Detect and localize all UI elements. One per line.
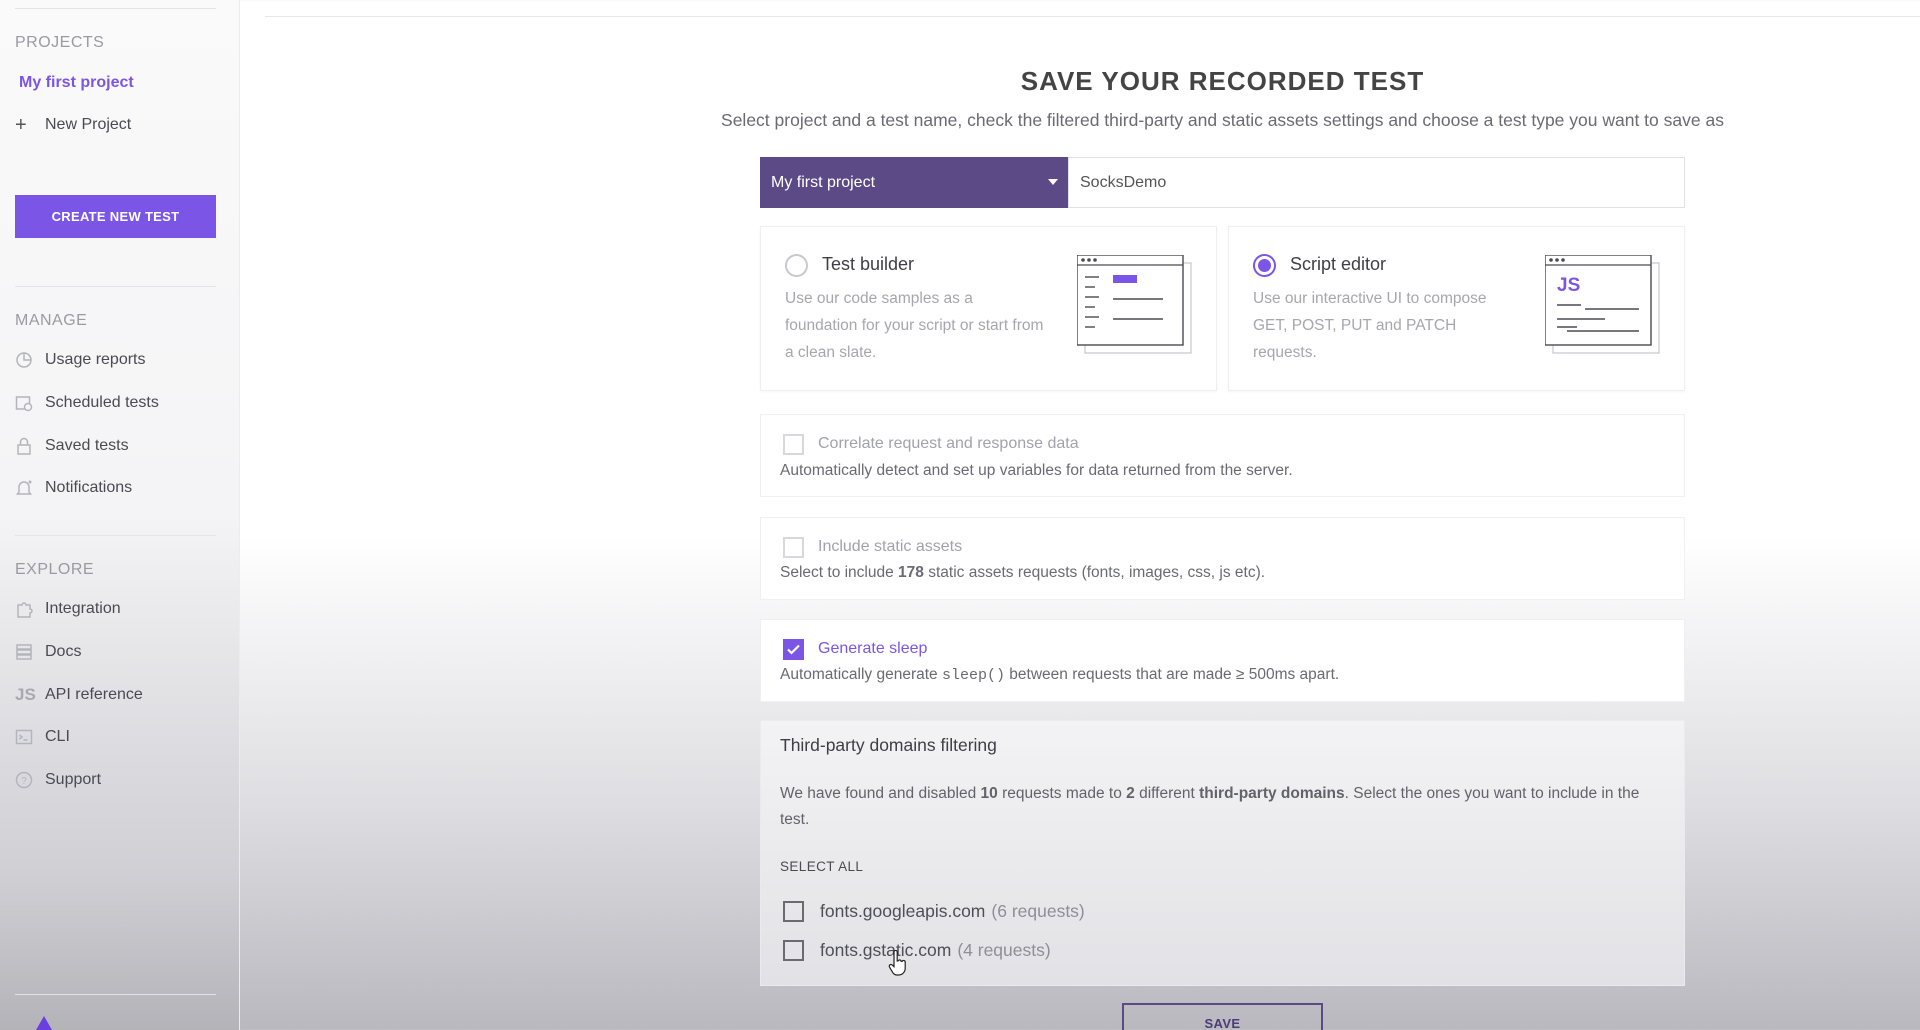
manage-heading: MANAGE [15,312,88,329]
checkmark-icon [787,644,800,655]
sidebar-item-label: Usage reports [45,351,146,368]
static-assets-count: 178 [898,564,924,581]
third-party-description: We have found and disabled 10 requests m… [780,785,1640,828]
terminal-icon [15,728,45,746]
puzzle-icon [15,600,45,618]
help-circle-icon: ? [15,771,45,789]
sidebar-divider [15,286,216,287]
projects-heading: PROJECTS [15,34,105,51]
domain-checkbox[interactable] [783,940,804,961]
sidebar-item-integration[interactable]: Integration [15,594,121,624]
sidebar: PROJECTS My first project + New Project … [0,0,240,1030]
sidebar-item-label: Scheduled tests [45,394,159,411]
third-party-filter-card: Third-party domains filtering We have fo… [760,720,1685,986]
correlate-checkbox[interactable] [783,434,804,455]
header-divider [265,16,1920,17]
project-select[interactable]: My first project [760,157,1068,208]
correlate-option: Correlate request and response data Auto… [760,414,1685,497]
static-assets-description: Select to include 178 static assets requ… [780,564,1266,581]
lock-icon [15,437,45,455]
sidebar-item-label: Support [45,771,102,788]
save-button[interactable]: SAVE [1122,1003,1323,1030]
script-editor-card[interactable]: Script editor Use our interactive UI to … [1228,226,1685,391]
script-editor-illustration-icon: JS [1545,255,1660,354]
sidebar-item-label: Integration [45,600,121,617]
sidebar-item-label: Saved tests [45,437,129,454]
pie-chart-icon [15,351,45,369]
domain-item-fonts-googleapis[interactable]: fonts.googleapis.com (6 requests) [783,901,1085,922]
svg-text:?: ? [21,776,27,787]
script-editor-title: Script editor [1290,254,1387,274]
sidebar-item-label: Docs [45,643,82,660]
test-name-input[interactable] [1068,157,1685,208]
static-assets-option: Include static assets Select to include … [760,517,1685,600]
caret-down-icon [1048,179,1058,185]
domain-name: fonts.gstatic.com [820,940,952,960]
generate-sleep-option: Generate sleep Automatically generate sl… [760,619,1685,702]
static-assets-checkbox[interactable] [783,537,804,558]
brand-logo-icon [36,1016,52,1030]
domain-request-count: (4 requests) [957,940,1051,960]
third-party-heading: Third-party domains filtering [780,735,997,755]
js-icon: JS [15,685,36,704]
static-assets-label: Include static assets [818,538,963,555]
correlate-label: Correlate request and response data [818,435,1079,452]
domain-request-count: (6 requests) [991,901,1085,921]
sidebar-item-label: CLI [45,728,70,745]
calendar-clock-icon [15,394,45,412]
sidebar-item-label: Notifications [45,479,133,496]
sidebar-item-docs[interactable]: Docs [15,637,81,667]
sidebar-item-support[interactable]: ? Support [15,765,101,795]
domain-name: fonts.googleapis.com [820,901,986,921]
bell-icon [15,479,45,497]
hand-cursor-icon [888,950,906,976]
sidebar-item-label: API reference [45,686,143,703]
test-builder-illustration-icon [1077,255,1192,354]
page-title: SAVE YOUR RECORDED TEST [1020,66,1425,96]
script-editor-description: Use our interactive UI to compose GET, P… [1253,290,1487,361]
generate-sleep-description: Automatically generate sleep() between r… [780,666,1340,684]
select-all-link[interactable]: SELECT ALL [780,859,863,874]
sidebar-item-saved-tests[interactable]: Saved tests [15,431,129,461]
sidebar-item-usage-reports[interactable]: Usage reports [15,345,146,375]
sidebar-item-api-reference[interactable]: JS API reference [15,680,143,710]
sleep-code: sleep() [941,667,1005,684]
correlate-description: Automatically detect and set up variable… [780,462,1293,479]
project-select-value: My first project [771,173,876,191]
explore-heading: EXPLORE [15,561,95,578]
test-builder-card[interactable]: Test builder Use our code samples as a f… [760,226,1217,391]
sidebar-item-cli[interactable]: CLI [15,722,70,752]
page-subtitle: Select project and a test name, check th… [721,110,1724,130]
sidebar-divider [15,535,216,536]
test-builder-title: Test builder [822,254,915,274]
domain-checkbox[interactable] [783,901,804,922]
test-builder-description: Use our code samples as a foundation for… [785,290,1044,361]
generate-sleep-checkbox[interactable] [783,639,804,660]
create-new-test-button[interactable]: CREATE NEW TEST [15,195,216,238]
script-editor-radio[interactable] [1253,254,1276,277]
sidebar-item-scheduled-tests[interactable]: Scheduled tests [15,388,159,418]
generate-sleep-label: Generate sleep [818,640,928,657]
test-builder-radio[interactable] [785,254,808,277]
domain-item-fonts-gstatic[interactable]: fonts.gstatic.com (4 requests) [783,940,1051,961]
sidebar-item-notifications[interactable]: Notifications [15,473,132,503]
sidebar-divider [15,994,216,995]
docs-icon [15,643,45,661]
sidebar-divider [15,8,216,9]
js-label: JS [1557,275,1580,296]
